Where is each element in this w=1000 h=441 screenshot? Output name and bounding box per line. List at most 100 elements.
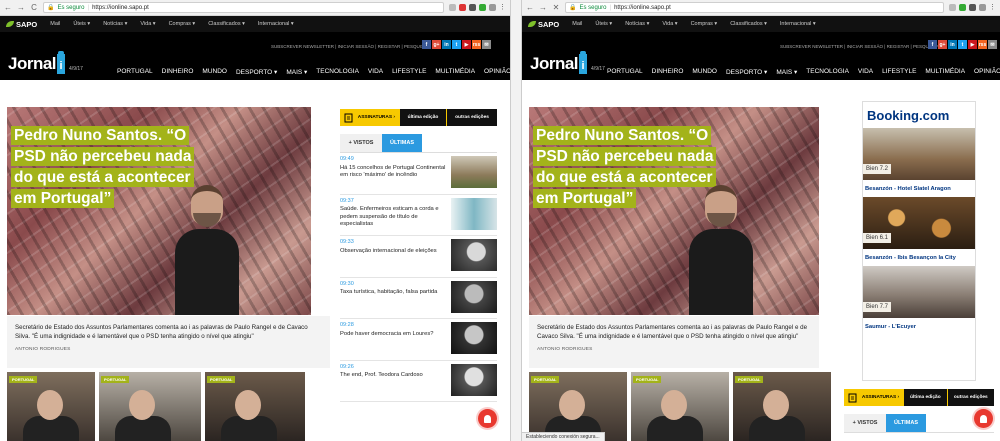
story-thumbnail[interactable]: PORTUGAL (7, 372, 95, 441)
sapo-link-noticias[interactable]: Notícias ▾ (103, 21, 127, 27)
nav-dinheiro[interactable]: DINHEIRO (652, 68, 684, 76)
sapo-link-classificados[interactable]: Classificados ▾ (730, 21, 767, 27)
story-thumbnail[interactable]: PORTUGAL (631, 372, 729, 441)
nav-mais[interactable]: MAIS ▾ (776, 68, 797, 76)
sapo-link-mail[interactable]: Mail (50, 21, 60, 27)
hotel-name[interactable]: Besanzón - Ibis Besançon la City (863, 249, 975, 266)
sapo-link-uteis[interactable]: Úteis ▾ (595, 21, 612, 27)
nav-opiniao[interactable]: OPINIÃO (974, 68, 1000, 76)
news-title[interactable]: Pode haver democracia em Loures? (340, 331, 448, 339)
nav-multimedia[interactable]: MULTIMÉDIA (925, 68, 965, 76)
facebook-icon[interactable]: f (422, 40, 431, 49)
sapo-link-mail[interactable]: Mail (572, 21, 582, 27)
subscriptions-link[interactable]: ASSINATURAS › (862, 395, 903, 400)
tab-latest[interactable]: ÚLTIMAS (382, 134, 422, 152)
last-edition-tab[interactable]: última edição (398, 109, 447, 126)
other-editions-tab[interactable]: outras edições (946, 389, 995, 406)
sapo-link-compras[interactable]: Compras ▾ (691, 21, 718, 27)
nav-vida[interactable]: VIDA (858, 68, 873, 76)
nav-desporto[interactable]: DESPORTO ▾ (726, 68, 767, 76)
list-item[interactable]: 09:26 The end, Prof. Teodora Cardoso (340, 361, 497, 402)
address-bar[interactable]: 🔒 Es seguro | https://ionline.sapo.pt (43, 2, 444, 13)
nav-vida[interactable]: VIDA (368, 68, 383, 76)
nav-mundo[interactable]: MUNDO (692, 68, 717, 76)
account-links[interactable]: SUBSCREVER NEWSLETTER | INICIAR SESSÃO |… (271, 44, 430, 49)
subscriptions-link[interactable]: ASSINATURAS › (358, 115, 399, 120)
news-title[interactable]: Taxa turística, habitação, falsa partida (340, 289, 448, 297)
twitter-icon[interactable]: t (958, 40, 967, 49)
rss-icon[interactable]: rss (978, 40, 987, 49)
nav-portugal[interactable]: PORTUGAL (117, 68, 153, 76)
sapo-link-internacional[interactable]: Internacional ▾ (258, 21, 294, 27)
forward-arrow-icon[interactable]: → (539, 3, 547, 12)
nav-portugal[interactable]: PORTUGAL (607, 68, 643, 76)
news-title[interactable]: Há 15 concelhos de Portugal Continental … (340, 165, 448, 180)
last-edition-tab[interactable]: última edição (903, 389, 947, 406)
rss-icon[interactable]: rss (472, 40, 481, 49)
ad-hotel[interactable]: Bien 7.2 Besanzón - Hotel Siatel Aragon (863, 128, 975, 197)
news-thumbnail[interactable] (451, 197, 497, 230)
account-links[interactable]: SUBSCREVER NEWSLETTER | INICIAR SESSÃO |… (780, 44, 939, 49)
youtube-icon[interactable]: ▶ (462, 40, 471, 49)
story-thumbnail[interactable]: PORTUGAL (205, 372, 305, 441)
sapo-link-internacional[interactable]: Internacional ▾ (780, 21, 816, 27)
extension-icon[interactable] (949, 4, 956, 11)
nav-tecnologia[interactable]: TECNOLOGIA (806, 68, 849, 76)
list-item[interactable]: 09:30 Taxa turística, habitação, falsa pa… (340, 278, 497, 319)
extension-icon[interactable] (959, 4, 966, 11)
extension-icon[interactable] (449, 4, 456, 11)
mail-icon[interactable]: ✉ (482, 40, 491, 49)
lead-story-image[interactable]: Pedro Nuno Santos. “O PSD não percebeu n… (7, 107, 311, 315)
sapo-link-noticias[interactable]: Notícias ▾ (625, 21, 649, 27)
nav-opiniao[interactable]: OPINIÃO (484, 68, 510, 76)
nav-lifestyle[interactable]: LIFESTYLE (392, 68, 426, 76)
sapo-link-uteis[interactable]: Úteis ▾ (73, 21, 90, 27)
story-thumbnail[interactable]: PORTUGAL (99, 372, 201, 441)
story-thumbnail[interactable]: PORTUGAL (733, 372, 831, 441)
forward-arrow-icon[interactable]: → (17, 3, 25, 12)
nav-tecnologia[interactable]: TECNOLOGIA (316, 68, 359, 76)
sapo-logo[interactable]: SAPO (6, 20, 37, 29)
google-plus-icon[interactable]: g+ (432, 40, 441, 49)
extension-icon[interactable] (979, 4, 986, 11)
extension-icon[interactable] (969, 4, 976, 11)
nav-multimedia[interactable]: MULTIMÉDIA (435, 68, 475, 76)
linkedin-icon[interactable]: in (948, 40, 957, 49)
news-thumbnail[interactable] (451, 156, 497, 188)
google-plus-icon[interactable]: g+ (938, 40, 947, 49)
menu-icon[interactable]: ⋮ (989, 4, 996, 11)
nav-lifestyle[interactable]: LIFESTYLE (882, 68, 916, 76)
sapo-link-vida[interactable]: Vida ▾ (140, 21, 155, 27)
sapo-link-classificados[interactable]: Classificados ▾ (208, 21, 245, 27)
booking-ad[interactable]: Booking.com Bien 7.2 Besanzón - Hotel Si… (862, 101, 976, 381)
menu-icon[interactable]: ⋮ (499, 4, 506, 11)
linkedin-icon[interactable]: in (442, 40, 451, 49)
sapo-link-vida[interactable]: Vida ▾ (662, 21, 677, 27)
list-item[interactable]: 09:28 Pode haver democracia em Loures? (340, 319, 497, 361)
tab-most-seen[interactable]: + VISTOS (844, 414, 886, 432)
ad-hotel[interactable]: Bien 7.7 Saumur - L'Ecuyer (863, 266, 975, 335)
jornal-i-logo[interactable]: Jornal i 4/9/17 (530, 51, 605, 74)
extension-icon[interactable] (459, 4, 466, 11)
nav-dinheiro[interactable]: DINHEIRO (162, 68, 194, 76)
news-title[interactable]: Observação internacional de eleições (340, 248, 448, 256)
list-item[interactable]: 09:33 Observação internacional de eleiçõe… (340, 236, 497, 278)
mail-icon[interactable]: ✉ (988, 40, 997, 49)
nav-mais[interactable]: MAIS ▾ (286, 68, 307, 76)
jornal-i-logo[interactable]: Jornal i 4/9/17 (8, 51, 83, 74)
story-thumbnail[interactable]: PORTUGAL (529, 372, 627, 441)
address-bar[interactable]: 🔒 Es seguro | https://ionline.sapo.pt (565, 2, 944, 13)
extension-icon[interactable] (489, 4, 496, 11)
nav-desporto[interactable]: DESPORTO ▾ (236, 68, 277, 76)
notification-bell-button[interactable] (974, 409, 993, 428)
notification-bell-button[interactable] (478, 409, 497, 428)
news-thumbnail[interactable] (451, 363, 497, 396)
sapo-link-compras[interactable]: Compras ▾ (169, 21, 196, 27)
nav-mundo[interactable]: MUNDO (202, 68, 227, 76)
news-title[interactable]: Saúde. Enfermeiros esticam a corda e ped… (340, 206, 448, 229)
extension-icon[interactable] (479, 4, 486, 11)
tab-latest[interactable]: ÚLTIMAS (886, 414, 926, 432)
ad-hotel[interactable]: Bien 6.1 Besanzón - Ibis Besançon la Cit… (863, 197, 975, 266)
news-thumbnail[interactable] (451, 322, 497, 354)
stop-loading-icon[interactable]: ✕ (552, 3, 560, 12)
